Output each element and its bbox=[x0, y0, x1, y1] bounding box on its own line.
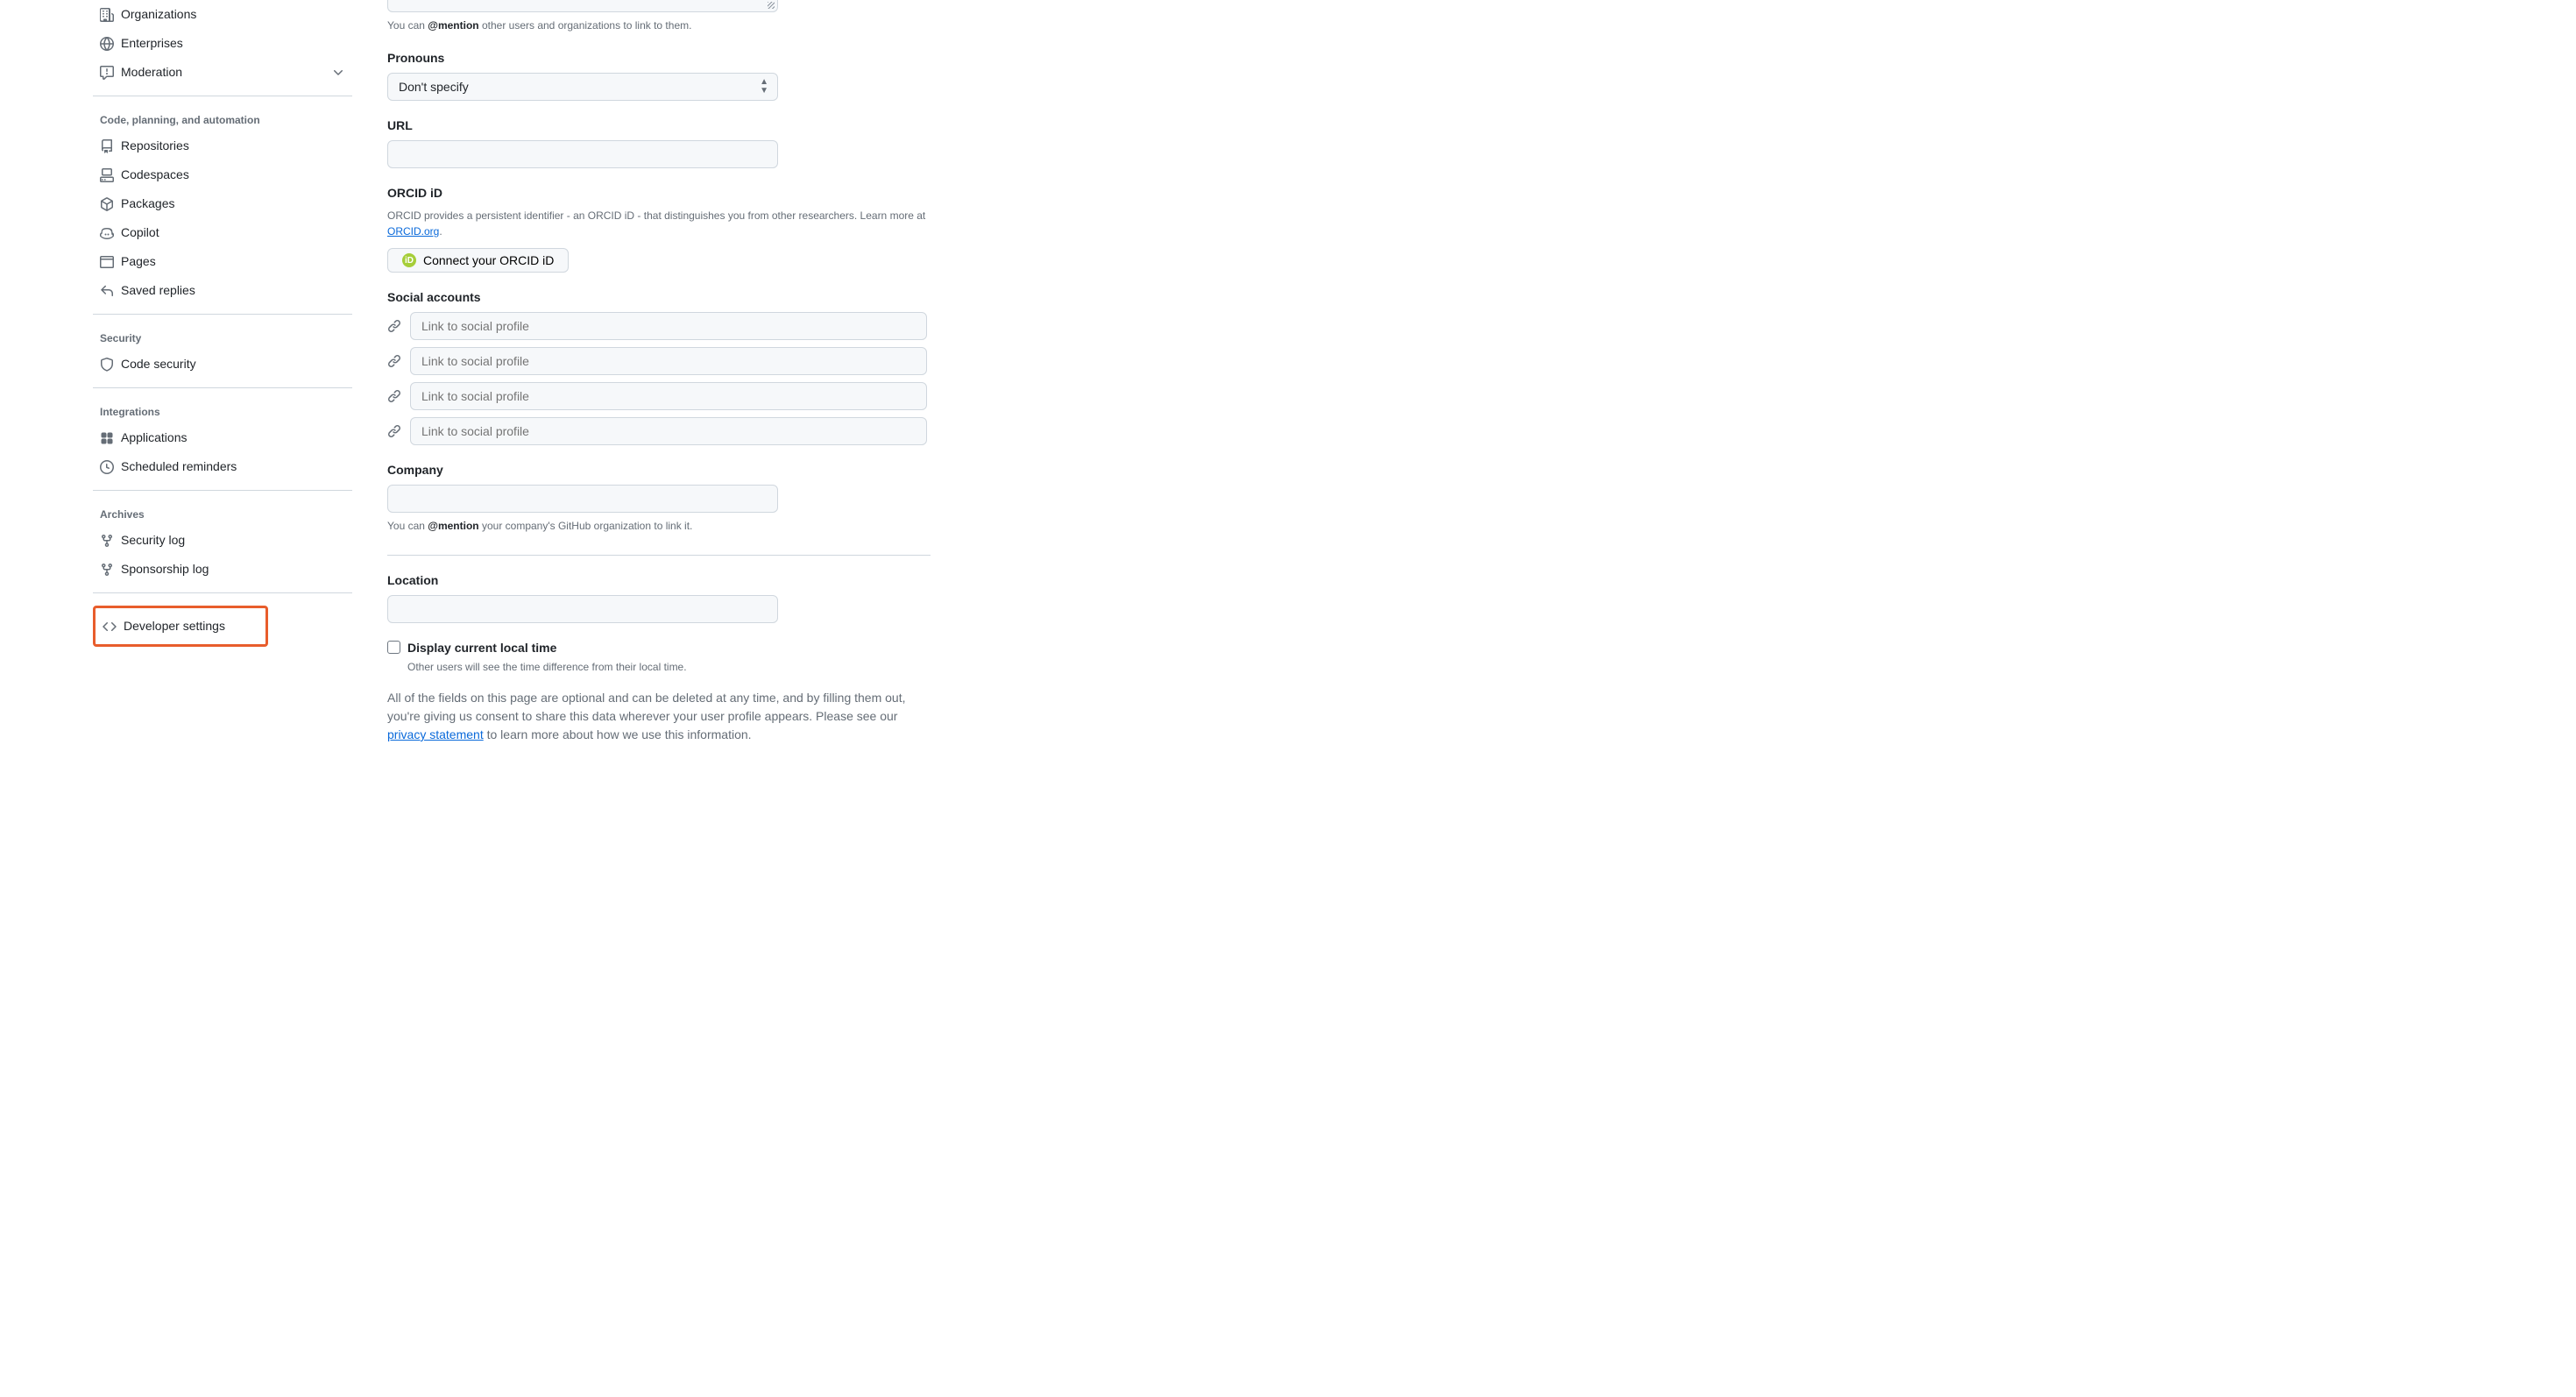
sidebar-item-label: Saved replies bbox=[121, 281, 195, 300]
social-input-3[interactable] bbox=[410, 382, 927, 410]
sidebar-item-developer-settings[interactable]: Developer settings bbox=[99, 612, 262, 641]
clock-icon bbox=[100, 460, 114, 474]
sidebar-item-saved-replies[interactable]: Saved replies bbox=[93, 276, 352, 305]
sidebar-item-copilot[interactable]: Copilot bbox=[93, 218, 352, 247]
developer-settings-highlight: Developer settings bbox=[93, 606, 268, 647]
copilot-icon bbox=[100, 226, 114, 240]
pronouns-label: Pronouns bbox=[387, 49, 931, 67]
divider bbox=[93, 592, 352, 593]
sidebar-item-label: Copilot bbox=[121, 223, 159, 242]
link-icon bbox=[387, 319, 401, 333]
local-time-helper: Other users will see the time difference… bbox=[407, 659, 931, 675]
footer-note: All of the fields on this page are optio… bbox=[387, 689, 931, 744]
chevron-down-icon bbox=[331, 66, 345, 80]
connect-orcid-button[interactable]: iD Connect your ORCID iD bbox=[387, 248, 569, 273]
sidebar-item-scheduled-reminders[interactable]: Scheduled reminders bbox=[93, 452, 352, 481]
sidebar-item-label: Pages bbox=[121, 252, 156, 271]
local-time-label: Display current local time bbox=[407, 639, 931, 657]
location-label: Location bbox=[387, 571, 931, 590]
social-input-4[interactable] bbox=[410, 417, 927, 445]
code-icon bbox=[103, 620, 117, 634]
sidebar-item-label: Scheduled reminders bbox=[121, 457, 237, 476]
divider bbox=[387, 555, 931, 556]
sidebar-item-moderation[interactable]: Moderation bbox=[93, 58, 352, 87]
sidebar-item-label: Repositories bbox=[121, 137, 189, 155]
sidebar-item-enterprises[interactable]: Enterprises bbox=[93, 29, 352, 58]
sidebar-heading-security: Security bbox=[93, 323, 352, 350]
orcid-icon: iD bbox=[402, 253, 416, 267]
divider bbox=[93, 314, 352, 315]
sidebar-item-label: Moderation bbox=[121, 63, 182, 82]
package-icon bbox=[100, 197, 114, 211]
sidebar-item-label: Organizations bbox=[121, 5, 196, 24]
social-input-1[interactable] bbox=[410, 312, 927, 340]
bio-helper-text: You can @mention other users and organiz… bbox=[387, 18, 931, 33]
pronouns-select[interactable]: Don't specify ▲▼ bbox=[387, 73, 778, 101]
sidebar-item-pages[interactable]: Pages bbox=[93, 247, 352, 276]
log-icon bbox=[100, 534, 114, 548]
company-input[interactable] bbox=[387, 485, 778, 513]
sidebar-heading-archives: Archives bbox=[93, 500, 352, 526]
company-label: Company bbox=[387, 461, 931, 479]
sidebar-item-sponsorship-log[interactable]: Sponsorship log bbox=[93, 555, 352, 584]
link-icon bbox=[387, 389, 401, 403]
repo-icon bbox=[100, 139, 114, 153]
browser-icon bbox=[100, 255, 114, 269]
sidebar-item-label: Codespaces bbox=[121, 166, 189, 184]
location-input[interactable] bbox=[387, 595, 778, 623]
sidebar-item-label: Security log bbox=[121, 531, 185, 550]
main-content: You can @mention other users and organiz… bbox=[352, 0, 931, 744]
bio-textarea-bottom[interactable] bbox=[387, 0, 778, 12]
globe-icon bbox=[100, 37, 114, 51]
url-input[interactable] bbox=[387, 140, 778, 168]
sidebar-item-label: Packages bbox=[121, 195, 174, 213]
social-accounts-label: Social accounts bbox=[387, 288, 931, 307]
reply-icon bbox=[100, 284, 114, 298]
codespaces-icon bbox=[100, 168, 114, 182]
divider bbox=[93, 387, 352, 388]
divider bbox=[93, 490, 352, 491]
orcid-description: ORCID provides a persistent identifier -… bbox=[387, 208, 931, 239]
organization-icon bbox=[100, 8, 114, 22]
link-icon bbox=[387, 354, 401, 368]
shield-icon bbox=[100, 358, 114, 372]
settings-sidebar: Organizations Enterprises Moderation Cod… bbox=[93, 0, 352, 744]
sidebar-item-applications[interactable]: Applications bbox=[93, 423, 352, 452]
pronouns-value: Don't specify bbox=[399, 80, 469, 94]
sidebar-heading-integrations: Integrations bbox=[93, 397, 352, 423]
sidebar-item-label: Code security bbox=[121, 355, 196, 373]
sidebar-item-code-security[interactable]: Code security bbox=[93, 350, 352, 379]
orcid-org-link[interactable]: ORCID.org bbox=[387, 225, 439, 238]
sidebar-item-repositories[interactable]: Repositories bbox=[93, 131, 352, 160]
sidebar-item-label: Developer settings bbox=[124, 617, 225, 635]
sidebar-heading-code: Code, planning, and automation bbox=[93, 105, 352, 131]
apps-icon bbox=[100, 431, 114, 445]
social-input-2[interactable] bbox=[410, 347, 927, 375]
link-icon bbox=[387, 424, 401, 438]
sidebar-item-packages[interactable]: Packages bbox=[93, 189, 352, 218]
privacy-statement-link[interactable]: privacy statement bbox=[387, 727, 484, 741]
sidebar-item-codespaces[interactable]: Codespaces bbox=[93, 160, 352, 189]
sidebar-item-organizations[interactable]: Organizations bbox=[93, 0, 352, 29]
log-icon bbox=[100, 563, 114, 577]
select-caret-icon: ▲▼ bbox=[760, 78, 768, 96]
resize-handle-icon[interactable] bbox=[768, 2, 775, 9]
sidebar-item-security-log[interactable]: Security log bbox=[93, 526, 352, 555]
connect-orcid-label: Connect your ORCID iD bbox=[423, 253, 554, 267]
company-helper-text: You can @mention your company's GitHub o… bbox=[387, 518, 931, 534]
url-label: URL bbox=[387, 117, 931, 135]
sidebar-item-label: Sponsorship log bbox=[121, 560, 209, 578]
orcid-label: ORCID iD bbox=[387, 184, 931, 202]
local-time-checkbox[interactable] bbox=[387, 641, 400, 654]
report-icon bbox=[100, 66, 114, 80]
sidebar-item-label: Applications bbox=[121, 429, 188, 447]
sidebar-item-label: Enterprises bbox=[121, 34, 183, 53]
